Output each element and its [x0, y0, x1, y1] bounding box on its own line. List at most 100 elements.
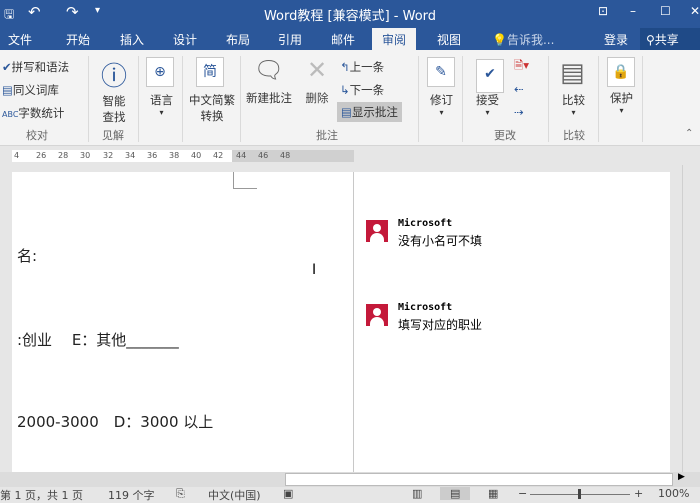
divider: [88, 56, 89, 142]
divider: [418, 56, 419, 142]
protect-label: 保护: [610, 91, 633, 105]
smart-lookup-label-1: 智能: [102, 94, 126, 108]
comment-text[interactable]: 填写对应的职业: [398, 316, 482, 333]
tab-review[interactable]: 审阅: [372, 28, 417, 50]
ruler-tick: 44: [236, 151, 247, 160]
language-label: 语言: [150, 93, 173, 107]
tab-insert[interactable]: 插入: [120, 31, 144, 48]
zoom-level[interactable]: 100%: [658, 487, 689, 500]
tab-design[interactable]: 设计: [173, 31, 197, 48]
person-icon: ⚲: [646, 33, 655, 47]
user-avatar-icon: [366, 220, 388, 242]
tab-view[interactable]: 视图: [437, 31, 461, 48]
language-button[interactable]: 语言 ▾: [150, 92, 173, 117]
horizontal-scrollbar[interactable]: ▶: [0, 472, 700, 487]
accept-label: 接受: [476, 93, 499, 107]
page-count[interactable]: 第 1 页，共 1 页: [0, 487, 83, 503]
dropdown-icon: ▾: [571, 108, 576, 117]
group-proofing-label: 校对: [26, 129, 48, 142]
compare-button-label: 比较: [562, 93, 585, 107]
share-label: 共享: [654, 33, 679, 47]
document-line[interactable]: 2000-3000 D：3000 以上: [17, 411, 213, 432]
track-changes-icon: ✎: [427, 57, 455, 87]
language-status[interactable]: 中文(中国): [208, 487, 261, 503]
reject-button[interactable]: 🗎▾: [514, 58, 529, 77]
scroll-thumb[interactable]: [285, 473, 673, 486]
tab-references[interactable]: 引用: [278, 31, 302, 48]
delete-comment-button[interactable]: ✕ 删除: [300, 56, 334, 106]
delete-comment-icon: ✕: [306, 56, 328, 84]
previous-icon: ↰: [340, 60, 350, 74]
accept-button[interactable]: 接受 ▾: [476, 92, 499, 117]
new-comment-button[interactable]: 🗨 新建批注: [244, 56, 294, 106]
proofing-status-icon[interactable]: ⎘: [176, 487, 185, 501]
comment-author: Microsoft: [398, 302, 453, 313]
track-label: 修订: [430, 93, 453, 107]
tell-me-box[interactable]: 💡告诉我...: [492, 31, 554, 48]
next-icon: ↳: [340, 83, 350, 97]
print-layout-icon[interactable]: ▤: [440, 487, 471, 500]
zoom-slider-thumb[interactable]: [578, 489, 581, 499]
document-line[interactable]: 名:: [17, 245, 37, 266]
ruler-tick: 46: [258, 151, 269, 160]
ruler-tick: 34: [125, 151, 136, 160]
group-comments-label: 批注: [316, 129, 338, 142]
word-count[interactable]: 119 个字: [108, 487, 155, 503]
web-layout-icon[interactable]: ▦: [488, 487, 498, 500]
close-icon[interactable]: ✕: [690, 4, 700, 18]
maximize-icon[interactable]: ☐: [660, 4, 671, 18]
word-count-label: 字数统计: [18, 106, 65, 120]
protect-icon: 🔒: [607, 57, 635, 87]
window-title: Word教程 [兼容模式] - Word: [263, 9, 437, 24]
compare-button[interactable]: 比较 ▾: [562, 92, 585, 117]
document-line[interactable]: :创业 E：其他_______: [17, 329, 179, 350]
dropdown-icon: ▾: [485, 108, 490, 117]
tab-mailings[interactable]: 邮件: [331, 31, 355, 48]
scroll-right-icon[interactable]: ▶: [678, 472, 685, 482]
previous-comment-button[interactable]: ↰上一条: [340, 59, 384, 75]
vertical-scrollbar[interactable]: [682, 165, 700, 472]
comment-text[interactable]: 没有小名可不填: [398, 232, 482, 249]
signin-button[interactable]: 登录: [604, 31, 628, 48]
divider: [182, 56, 183, 142]
convert-label-1: 中文简繁: [189, 93, 235, 107]
comment-author: Microsoft: [398, 218, 453, 229]
ruler-tick: 40: [191, 151, 202, 160]
thesaurus-label: 同义词库: [12, 83, 59, 97]
smart-lookup-button[interactable]: ⓘ 智能 查找: [96, 56, 132, 125]
next-comment-button[interactable]: ↳下一条: [340, 82, 384, 98]
compare-icon: ▤: [560, 58, 585, 88]
tab-layout[interactable]: 布局: [226, 31, 250, 48]
status-bar: 第 1 页，共 1 页 119 个字 ⎘ 中文(中国) ▣ ▥ ▤ ▦ − + …: [0, 487, 700, 503]
simplified-chinese-icon: 简: [196, 57, 224, 87]
divider: [642, 56, 643, 142]
macro-icon[interactable]: ▣: [283, 487, 293, 500]
group-compare-label: 比较: [563, 129, 585, 142]
tell-me-label: 告诉我...: [506, 33, 555, 47]
tab-file[interactable]: 文件: [8, 31, 32, 48]
minimize-icon[interactable]: –: [630, 4, 636, 18]
previous-change-button[interactable]: ⇠: [514, 82, 524, 96]
accept-icon: ✔: [476, 59, 504, 93]
show-comments-button[interactable]: ▤显示批注: [337, 102, 402, 122]
next-change-button[interactable]: ⇢: [514, 105, 524, 119]
share-button[interactable]: ⚲共享: [640, 28, 700, 50]
spelling-grammar-button[interactable]: ✔拼写和语法: [2, 59, 69, 75]
thesaurus-button[interactable]: ▤同义词库: [2, 82, 59, 98]
previous-label: 上一条: [349, 60, 385, 74]
read-mode-icon[interactable]: ▥: [412, 487, 422, 500]
chinese-conversion-button[interactable]: 中文简繁 转换: [187, 92, 237, 124]
ruler-tick: 48: [280, 151, 291, 160]
ribbon-display-icon[interactable]: ⊡: [598, 4, 608, 18]
zoom-out-icon[interactable]: −: [518, 487, 527, 500]
collapse-ribbon-icon[interactable]: ⌃: [685, 128, 693, 139]
word-count-button[interactable]: ABC字数统计: [2, 105, 64, 121]
ruler-tick: 30: [80, 151, 91, 160]
track-changes-button[interactable]: 修订 ▾: [430, 92, 453, 117]
protect-button[interactable]: 保护 ▾: [610, 90, 633, 115]
tab-home[interactable]: 开始: [66, 31, 90, 48]
user-avatar-icon: [366, 304, 388, 326]
convert-label-2: 转换: [200, 109, 224, 123]
ruler-tick: 32: [103, 151, 114, 160]
zoom-in-icon[interactable]: +: [634, 487, 643, 500]
